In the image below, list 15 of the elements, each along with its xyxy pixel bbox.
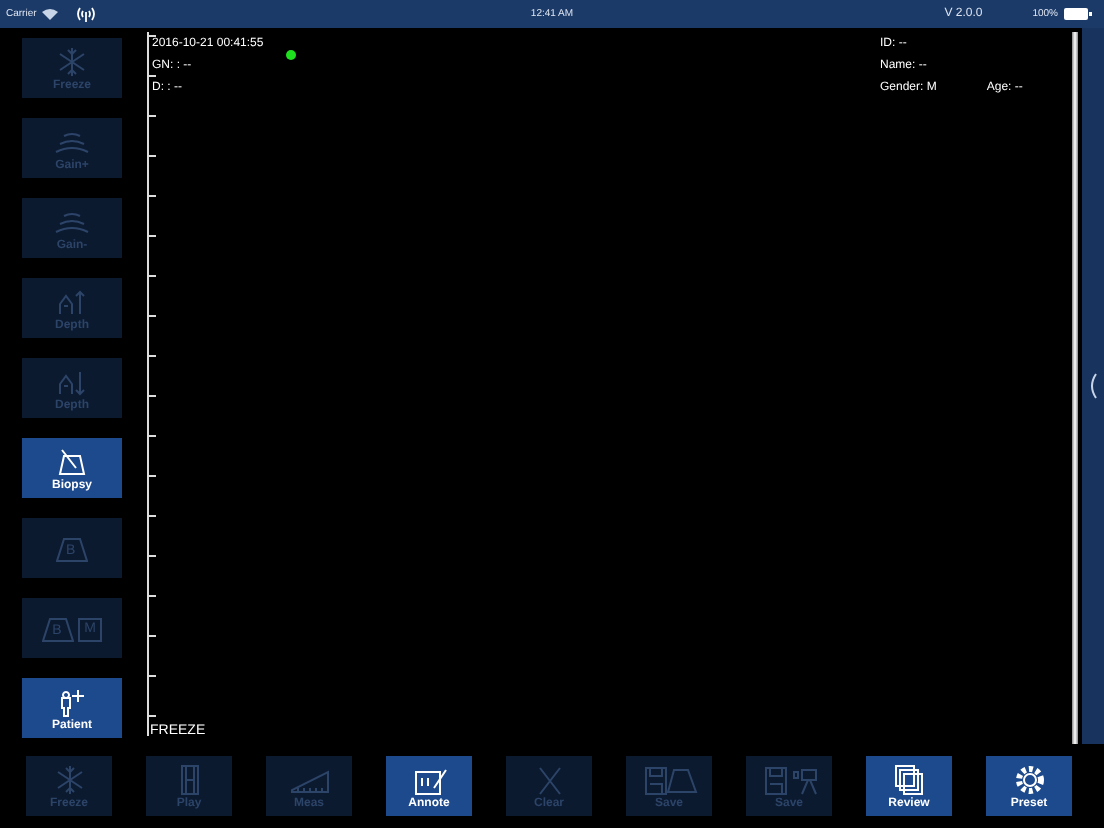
save-icon <box>639 763 699 795</box>
battery-icon <box>1064 8 1092 20</box>
snowflake-icon <box>58 45 86 77</box>
snowflake-icon <box>55 763 83 795</box>
status-dot <box>286 50 296 60</box>
close-icon <box>537 763 561 795</box>
chevron-left-icon[interactable] <box>1088 372 1098 400</box>
stack-icon <box>894 763 924 795</box>
probe-sector-icon <box>42 617 75 641</box>
probe-sector-icon <box>56 537 88 561</box>
film-icon <box>179 763 199 795</box>
save-icon <box>759 763 819 795</box>
settings-icon <box>1015 763 1043 795</box>
signal-icon <box>76 6 97 22</box>
wifi-icon <box>42 8 59 20</box>
